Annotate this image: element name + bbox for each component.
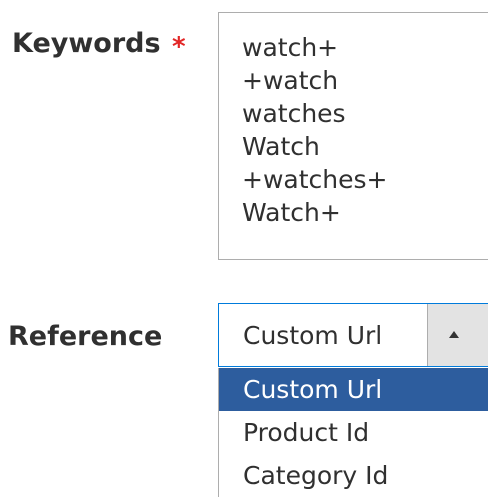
keywords-label: Keywords bbox=[12, 28, 161, 59]
keywords-textarea[interactable]: watch+ +watch watches Watch +watches+ Wa… bbox=[218, 12, 488, 260]
reference-options-list: Custom Url Product Id Category Id bbox=[218, 368, 488, 497]
reference-label: Reference bbox=[8, 321, 163, 352]
option-category-id[interactable]: Category Id bbox=[219, 454, 488, 497]
option-product-id[interactable]: Product Id bbox=[219, 411, 488, 454]
reference-selected-value: Custom Url bbox=[243, 321, 383, 350]
required-marker: * bbox=[172, 32, 186, 62]
dropdown-toggle-button[interactable] bbox=[427, 304, 488, 366]
chevron-up-icon bbox=[449, 331, 459, 338]
reference-select[interactable]: Custom Url bbox=[218, 303, 488, 367]
url-rewrite-form: Keywords * watch+ +watch watches Watch +… bbox=[0, 0, 488, 497]
option-custom-url[interactable]: Custom Url bbox=[219, 368, 488, 411]
